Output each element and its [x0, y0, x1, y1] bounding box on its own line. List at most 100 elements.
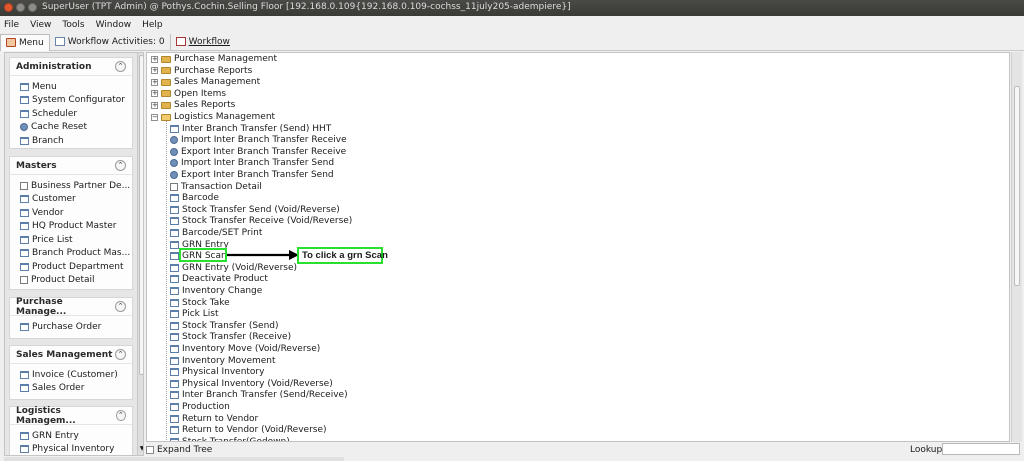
sidebar-item[interactable]: Branch [20, 134, 132, 148]
sidebar-item[interactable]: Branch Product Mas... [20, 247, 132, 261]
expand-node-icon[interactable]: + [151, 90, 158, 98]
tree-item[interactable]: Stock Transfer Receive (Void/Reverse) [170, 216, 352, 227]
sidebar-item[interactable]: Price List [20, 233, 132, 247]
tree-item[interactable]: Inventory Move (Void/Reverse) [170, 344, 320, 355]
tree-item[interactable]: Physical Inventory [170, 367, 264, 378]
tab-workflow[interactable]: Workflow [171, 34, 235, 50]
menubar: File View Tools Window Help [0, 16, 1024, 33]
sidebar-item[interactable]: Customer [20, 193, 132, 207]
tree-item[interactable]: Stock Transfer (Receive) [170, 332, 291, 343]
tree-scrollbar-thumb[interactable] [1014, 86, 1020, 286]
window-icon [20, 262, 29, 271]
sidebar-item[interactable]: Sales Order [20, 382, 132, 396]
tab-workflow-label: Workflow [188, 36, 230, 47]
tree-item[interactable]: Transaction Detail [170, 181, 262, 192]
tree-scrollbar[interactable] [1011, 52, 1022, 442]
sidebar-item[interactable]: Physical Inventory [20, 443, 132, 456]
sidebar-section-header[interactable]: Sales Management ⌃ [10, 346, 132, 364]
tree-item[interactable]: Export Inter Branch Transfer Receive [170, 146, 346, 157]
tree-item[interactable]: Import Inter Branch Transfer Receive [170, 135, 347, 146]
sidebar-item[interactable]: GRN Entry [20, 429, 132, 443]
sidebar-section: Logistics Managem... ⌃ GRN Entry Physical I… [9, 406, 133, 456]
tree-item[interactable]: Inter Branch Transfer (Send/Receive) [170, 390, 348, 401]
collapse-section-icon[interactable]: ⌃ [115, 160, 126, 171]
tree-item-label: Inventory Movement [182, 355, 276, 366]
sidebar-item[interactable]: Product Detail [20, 274, 132, 288]
tree-item-label: Return to Vendor [182, 413, 259, 424]
sidebar-item[interactable]: Purchase Order [20, 320, 132, 334]
sidebar-section: Masters ⌃ Business Partner De... Customer Ve… [9, 156, 133, 290]
menu-file[interactable]: File [4, 20, 19, 30]
expand-node-icon[interactable]: + [151, 78, 158, 86]
collapse-node-icon[interactable]: − [151, 113, 158, 121]
window-icon [170, 356, 179, 365]
sidebar-item[interactable]: Vendor [20, 206, 132, 220]
tree-folder[interactable]: + Purchase Management [151, 54, 277, 65]
scroll-down-arrow-icon[interactable]: ▼ [138, 445, 143, 453]
collapse-section-icon[interactable]: ⌃ [115, 349, 126, 360]
menu-window[interactable]: Window [96, 20, 132, 30]
tree-item[interactable]: Barcode/SET Print [170, 228, 262, 239]
tree-item[interactable]: Stock Take [170, 297, 230, 308]
tree-item[interactable]: Production [170, 402, 230, 413]
sidebar-item[interactable]: Cache Reset [20, 121, 132, 135]
tree-item[interactable]: Physical Inventory (Void/Reverse) [170, 378, 333, 389]
close-window-button[interactable] [4, 3, 13, 12]
tree-item[interactable]: Deactivate Product [170, 274, 268, 285]
tree-item-label: Physical Inventory (Void/Reverse) [182, 378, 333, 389]
sidebar-item[interactable]: HQ Product Master [20, 220, 132, 234]
tree-item[interactable]: Stock Transfer Send (Void/Reverse) [170, 204, 340, 215]
tree-item[interactable]: Barcode [170, 193, 219, 204]
expand-tree-checkbox[interactable] [146, 446, 154, 454]
sidebar-item[interactable]: Scheduler [20, 107, 132, 121]
tree-item[interactable]: Return to Vendor (Void/Reverse) [170, 425, 327, 436]
tab-workflow-activities[interactable]: Workflow Activities: 0 [50, 33, 171, 50]
tree-folder[interactable]: − Logistics Management [151, 112, 275, 123]
sidebar-section-header[interactable]: Administration ⌃ [10, 58, 132, 76]
form-icon [20, 181, 28, 190]
minimize-window-button[interactable] [16, 3, 25, 12]
tree-folder[interactable]: + Open Items [151, 88, 226, 99]
sidebar-item[interactable]: Invoice (Customer) [20, 368, 132, 382]
tree-folder[interactable]: + Sales Reports [151, 100, 235, 111]
tree-folder[interactable]: + Purchase Reports [151, 65, 252, 76]
tree-item[interactable]: GRN Entry (Void/Reverse) [170, 262, 297, 273]
window-icon [170, 333, 179, 342]
tree-item[interactable]: Stock Transfer(Godown) [170, 436, 290, 442]
home-icon [6, 38, 16, 47]
tree-folder[interactable]: + Sales Management [151, 77, 260, 88]
sidebar-item[interactable]: Menu [20, 80, 132, 94]
sidebar-item[interactable]: Product Department [20, 260, 132, 274]
menu-view[interactable]: View [30, 20, 51, 30]
tree-item[interactable]: Inventory Change [170, 286, 262, 297]
left-panel-scrollbar[interactable]: ▼ [137, 53, 143, 455]
maximize-window-button[interactable] [28, 3, 37, 12]
sidebar-section-header[interactable]: Masters ⌃ [10, 157, 132, 175]
sidebar-section-header[interactable]: Purchase Manage... ⌃ [10, 297, 132, 317]
tree-item-label: Stock Transfer(Godown) [182, 436, 290, 442]
favorites-panel: Administration ⌃ Menu System Configurator Sc… [4, 52, 144, 456]
tree-item[interactable]: Export Inter Branch Transfer Send [170, 170, 334, 181]
tree-item[interactable]: Pick List [170, 309, 218, 320]
menu-tools[interactable]: Tools [62, 20, 84, 30]
tree-item[interactable]: Inter Branch Transfer (Send) HHT [170, 123, 331, 134]
expand-node-icon[interactable]: + [151, 55, 158, 63]
sidebar-item-label: Branch Product Mas... [32, 248, 131, 259]
expand-node-icon[interactable]: + [151, 67, 158, 75]
tree-item[interactable]: Return to Vendor [170, 413, 258, 424]
collapse-section-icon[interactable]: ⌃ [115, 410, 126, 421]
collapse-section-icon[interactable]: ⌃ [115, 301, 126, 312]
tab-menu[interactable]: Menu [0, 33, 50, 51]
collapse-section-icon[interactable]: ⌃ [115, 61, 126, 72]
sidebar-item[interactable]: System Configurator [20, 94, 132, 108]
tree-item[interactable]: Import Inter Branch Transfer Send [170, 158, 334, 169]
sidebar-section-header[interactable]: Logistics Managem... ⌃ [10, 406, 132, 426]
sidebar-item[interactable]: Business Partner De... [20, 179, 132, 193]
tree-item[interactable]: Stock Transfer (Send) [170, 320, 279, 331]
tree-item-label: Barcode [182, 193, 219, 204]
tree-item[interactable]: Inventory Movement [170, 355, 276, 366]
lookup-input[interactable] [942, 443, 1020, 455]
left-scrollbar-thumb[interactable] [139, 55, 143, 375]
expand-node-icon[interactable]: + [151, 101, 158, 109]
menu-help[interactable]: Help [142, 20, 163, 30]
